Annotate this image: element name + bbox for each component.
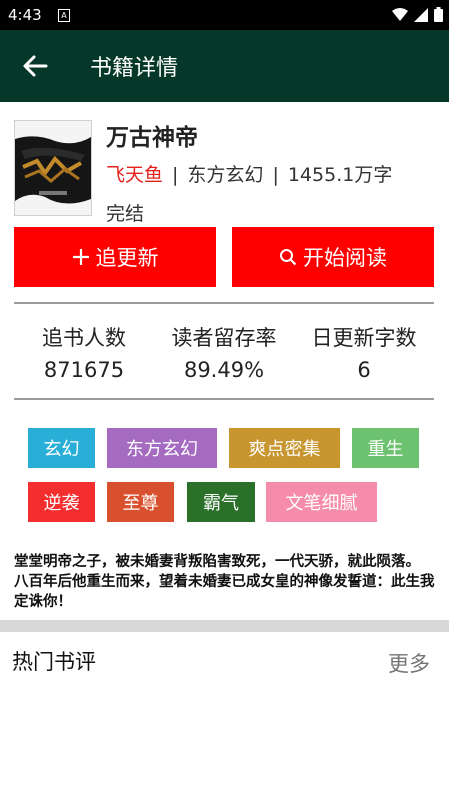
plus-icon xyxy=(72,249,89,265)
stat-value: 871675 xyxy=(43,358,125,382)
status-bar: 4:43 A xyxy=(0,0,449,30)
tag-chip[interactable]: 重生 xyxy=(352,428,419,468)
stat-label: 追书人数 xyxy=(42,326,126,350)
section-separator xyxy=(0,620,449,632)
tag-chip[interactable]: 文笔细腻 xyxy=(266,482,377,522)
stat-value: 6 xyxy=(357,358,371,382)
divider xyxy=(14,302,434,304)
book-title: 万古神帝 xyxy=(106,125,198,151)
meta-separator: | xyxy=(272,164,279,186)
book-meta: 飞天鱼 | 东方玄幻 | 1455.1万字 xyxy=(106,160,392,187)
battery-icon xyxy=(434,7,443,22)
stat-daily-words: 日更新字数 6 xyxy=(294,322,434,382)
genre-label: 东方玄幻 xyxy=(187,164,264,186)
stat-followers: 追书人数 871675 xyxy=(14,322,154,382)
status-time: 4:43 xyxy=(8,6,42,24)
book-status: 完结 xyxy=(106,203,145,225)
stat-label: 日更新字数 xyxy=(311,326,417,350)
start-reading-button[interactable]: 开始阅读 xyxy=(232,227,434,287)
tag-chip[interactable]: 逆袭 xyxy=(28,482,95,522)
word-count: 1455.1万字 xyxy=(287,164,393,186)
start-reading-label: 开始阅读 xyxy=(303,246,387,270)
system-icons xyxy=(392,7,443,22)
follow-updates-button[interactable]: 追更新 xyxy=(14,227,216,287)
follow-updates-label: 追更新 xyxy=(95,246,159,270)
tag-chip[interactable]: 东方玄幻 xyxy=(107,428,217,468)
book-summary: 堂堂明帝之子，被未婚妻背叛陷害致死，一代天骄，就此陨落。 八百年后他重生而来，望… xyxy=(14,554,435,610)
author-link[interactable]: 飞天鱼 xyxy=(106,164,163,186)
book-cover-image[interactable] xyxy=(14,120,92,216)
stat-label: 读者留存率 xyxy=(171,326,277,350)
meta-separator: | xyxy=(172,164,179,186)
book-cover-art xyxy=(15,121,91,215)
more-comments-link[interactable]: 更多 xyxy=(388,648,430,678)
page-title: 书籍详情 xyxy=(90,56,179,81)
arrow-left-icon[interactable] xyxy=(20,51,50,81)
wifi-icon xyxy=(392,7,408,21)
stat-value: 89.49% xyxy=(183,358,265,382)
tag-chip[interactable]: 至尊 xyxy=(107,482,174,522)
search-icon xyxy=(280,249,297,266)
hot-comments-title: 热门书评 xyxy=(12,650,96,674)
stat-retention: 读者留存率 89.49% xyxy=(154,322,294,382)
sim-indicator: A xyxy=(58,9,70,22)
signal-icon xyxy=(414,7,428,22)
tag-chip[interactable]: 霸气 xyxy=(187,482,255,522)
tag-chip[interactable]: 爽点密集 xyxy=(229,428,340,468)
app-bar: 书籍详情 xyxy=(0,30,449,102)
tag-chip[interactable]: 玄幻 xyxy=(28,428,95,468)
divider xyxy=(14,398,434,400)
